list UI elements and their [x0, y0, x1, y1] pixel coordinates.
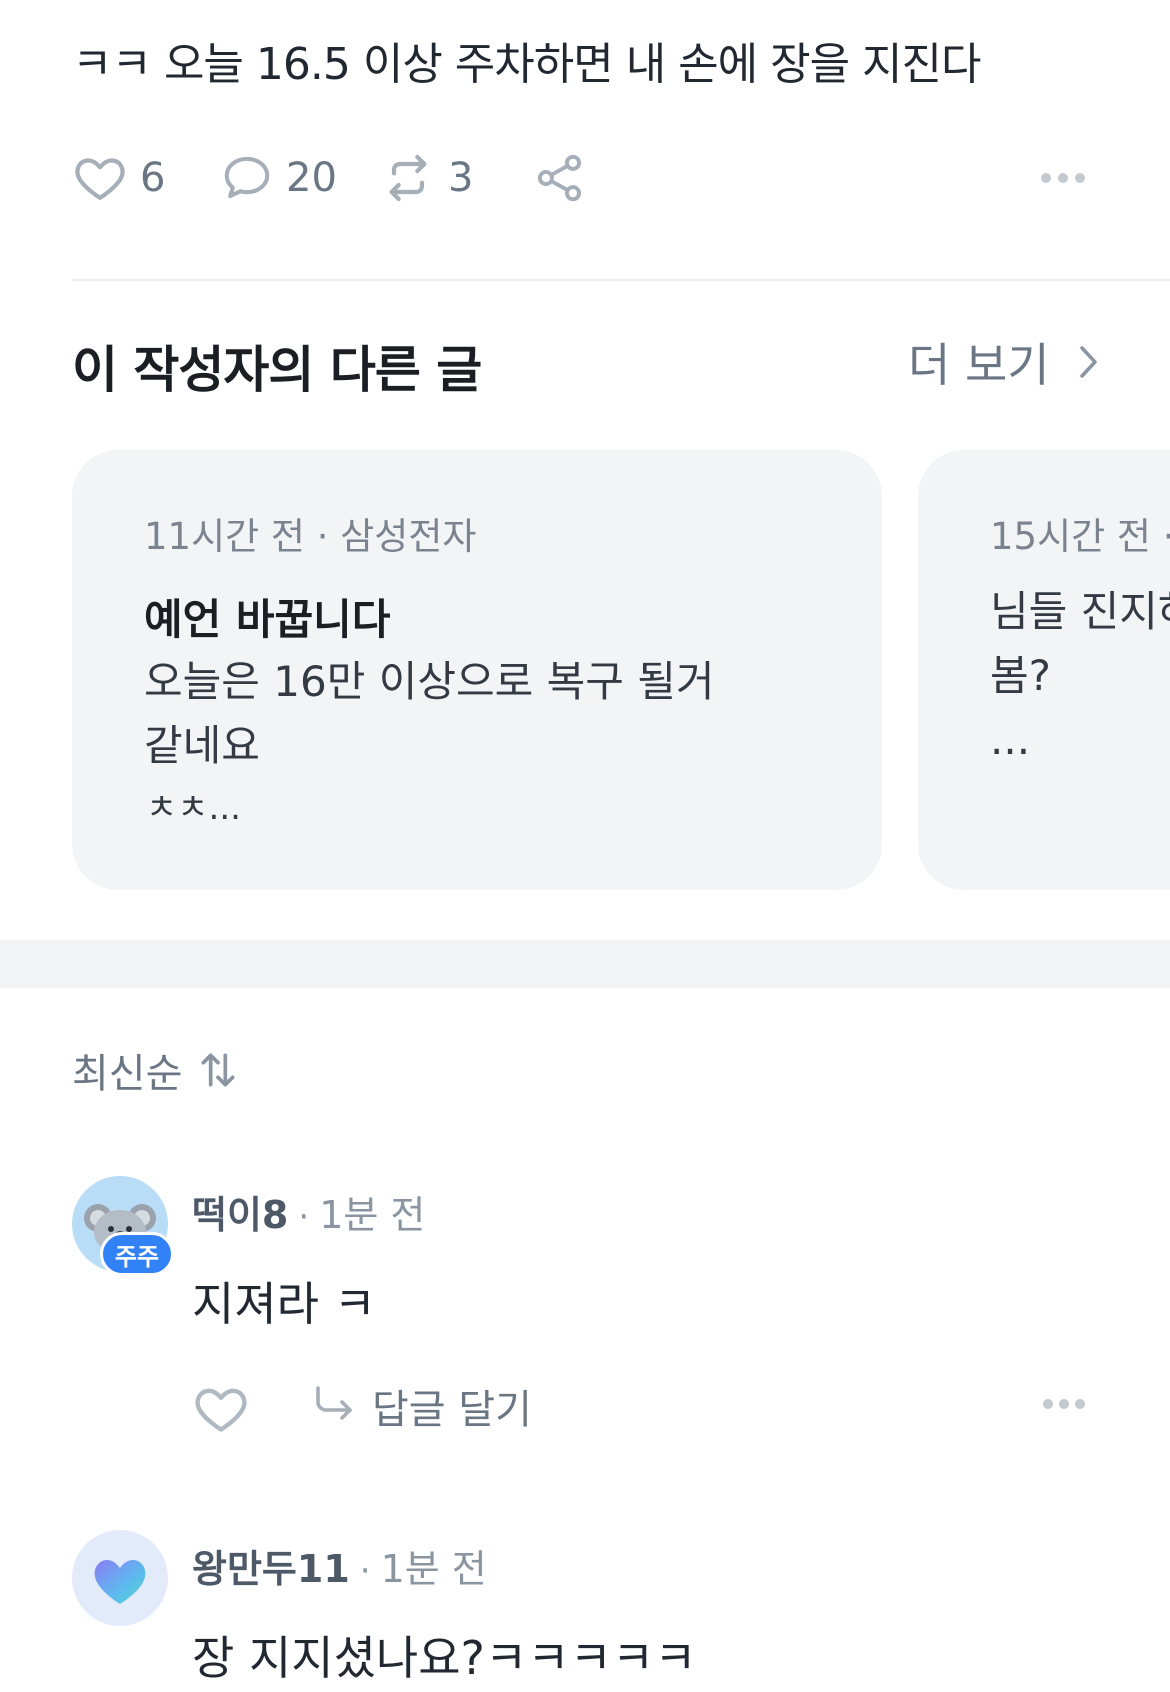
comment-actions: 답글 달기 [192, 1376, 1085, 1442]
avatar[interactable] [72, 1530, 168, 1626]
meta-separator: · [359, 1551, 371, 1591]
card-body: 님들 진지하 봄? ... [990, 587, 1170, 764]
heart-icon [195, 1388, 247, 1432]
comment-more-button[interactable] [1042, 1396, 1086, 1415]
comment-text: 장 지지셨나요?ㅋㅋㅋㅋㅋ [192, 1631, 697, 1685]
comment-item: 왕만두11 · 1분 전 장 지지셨나요?ㅋㅋㅋㅋㅋ [72, 1530, 1098, 1690]
like-button[interactable]: 6 [72, 146, 165, 210]
section-title: 이 작성자의 다른 글 [72, 341, 482, 399]
share-icon [537, 154, 582, 202]
see-more-label: 더 보기 [908, 338, 1050, 392]
related-post-card[interactable]: 11시간 전 · 삼성전자 예언 바꿉니다 오늘은 16만 이상으로 복구 될거… [72, 450, 882, 890]
like-count: 6 [140, 155, 166, 201]
comment-author[interactable]: 떡이8 [192, 1184, 288, 1239]
repost-icon [389, 154, 427, 202]
comment-header: 떡이8 · 1분 전 [192, 1184, 425, 1239]
section-separator [0, 940, 1170, 988]
related-post-card[interactable]: 15시간 전 · 님들 진지하 봄? ... [918, 450, 1170, 890]
comment-time: 1분 전 [380, 1547, 487, 1591]
sort-arrows-icon [201, 1053, 235, 1087]
share-button[interactable] [534, 146, 586, 210]
heart-icon [75, 158, 125, 200]
comment-like-button[interactable] [192, 1380, 250, 1442]
comment-author[interactable]: 왕만두11 [192, 1538, 350, 1593]
reply-label: 답글 달기 [372, 1387, 532, 1433]
see-more-link[interactable]: 더 보기 [908, 332, 1100, 392]
comment-count: 20 [286, 155, 337, 201]
card-meta: 11시간 전 · 삼성전자 [144, 515, 477, 558]
card-title: 예언 바꿉니다 [144, 595, 391, 644]
more-horizontal-icon [1041, 173, 1085, 183]
heart-avatar-icon [72, 1530, 168, 1626]
avatar[interactable]: 주주 [72, 1176, 174, 1276]
post-body-text: ㅋㅋ 오늘 16.5 이상 주차하면 내 손에 장을 지진다 [72, 39, 981, 90]
comment-button[interactable]: 20 [220, 146, 337, 210]
post-action-bar: 6 20 3 [72, 146, 1102, 210]
card-body-ellipsis: ㅊㅊ... [146, 788, 241, 828]
sort-label: 최신순 [72, 1051, 183, 1097]
comment-time: 1분 전 [319, 1193, 426, 1237]
comment-item: 주주 떡이8 · 1분 전 지져라 ㅋ 답글 달기 [72, 1176, 1098, 1433]
section-divider [72, 279, 1170, 281]
comment-header: 왕만두11 · 1분 전 [192, 1538, 487, 1593]
more-horizontal-icon [1043, 1399, 1085, 1409]
card-body: 오늘은 16만 이상으로 복구 될거 같네요 [144, 657, 715, 770]
repost-button[interactable]: 3 [380, 146, 473, 210]
comment-text: 지져라 ㅋ [192, 1277, 376, 1331]
shareholder-badge: 주주 [100, 1232, 174, 1276]
sort-toggle[interactable]: 최신순 [72, 1040, 240, 1100]
related-posts-header: 이 작성자의 다른 글 더 보기 [72, 330, 1098, 400]
speech-bubble-icon [224, 156, 270, 199]
meta-separator: · [298, 1197, 310, 1237]
card-meta: 15시간 전 · [990, 515, 1170, 558]
repost-count: 3 [448, 155, 474, 201]
reply-button[interactable]: 답글 달기 [310, 1376, 532, 1436]
reply-arrow-icon [316, 1386, 352, 1420]
chevron-right-icon [1079, 346, 1097, 378]
post-more-button[interactable] [1040, 146, 1086, 210]
